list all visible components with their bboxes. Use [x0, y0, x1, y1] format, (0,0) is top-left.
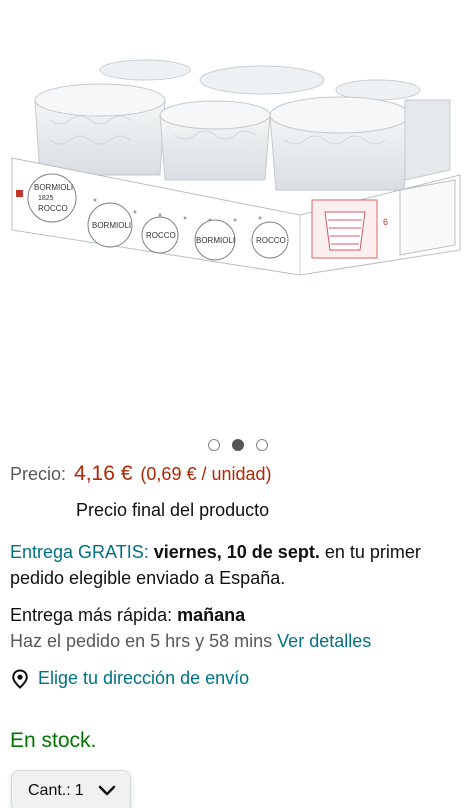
fast-delivery-info: Entrega más rápida: mañana Haz el pedido…	[10, 602, 465, 654]
delivery-info: Entrega GRATIS: viernes, 10 de sept. en …	[10, 539, 465, 591]
carousel-dot-3[interactable]	[255, 439, 268, 451]
packaging-brand-4: ROCCO	[146, 231, 176, 240]
final-price-note: Precio final del producto	[76, 500, 270, 520]
price-value: 4,16 €	[74, 462, 133, 485]
delivery-date: viernes, 10 de sept.	[153, 542, 320, 562]
packaging-year: 1825	[38, 195, 54, 202]
delivery-text-2: pedido elegible enviado a España.	[10, 568, 286, 588]
image-carousel-dots	[0, 439, 475, 451]
packaging-brand-5: BORMIOLI	[196, 236, 235, 245]
packaging-brand-6: ROCCO	[256, 236, 286, 245]
delivery-address-link[interactable]: Elige tu dirección de envío	[10, 668, 249, 689]
delivery-text-1: en tu primer	[324, 542, 421, 562]
product-image[interactable]: BORMIOLI 1825 ROCCO BORMIOLI ROCCO BORMI…	[0, 0, 475, 430]
packaging-brand-3: BORMIOLI	[92, 221, 131, 230]
price-row: Precio: 4,16 € (0,69 € / unidad)	[10, 462, 272, 486]
quantity-dropdown[interactable]: Cant.: 1	[11, 770, 131, 808]
order-within-text: Haz el pedido en 5 hrs y 58 mins	[10, 631, 273, 651]
carousel-dot-2-active[interactable]	[231, 439, 244, 451]
fast-delivery-day: mañana	[177, 605, 246, 625]
unit-price: (0,69 € / unidad)	[140, 464, 272, 484]
chevron-down-icon	[98, 785, 115, 796]
packaging-brand-2: ROCCO	[38, 204, 68, 213]
free-delivery-label[interactable]: Entrega GRATIS:	[10, 542, 149, 562]
location-pin-icon	[12, 668, 28, 689]
details-link[interactable]: Ver detalles	[277, 631, 371, 651]
quantity-label: Cant.:	[28, 782, 71, 799]
stock-status: En stock.	[10, 729, 97, 752]
packaging-brand-1: BORMIOLI	[34, 183, 73, 192]
packaging-count: 6	[383, 217, 388, 227]
address-label: Elige tu dirección de envío	[38, 668, 250, 688]
price-label: Precio:	[10, 464, 67, 484]
quantity-value: 1	[74, 782, 84, 799]
carousel-dot-1[interactable]	[207, 439, 220, 451]
product-photo: BORMIOLI 1825 ROCCO BORMIOLI ROCCO BORMI…	[11, 59, 461, 276]
fast-delivery-label: Entrega más rápida:	[10, 605, 173, 625]
